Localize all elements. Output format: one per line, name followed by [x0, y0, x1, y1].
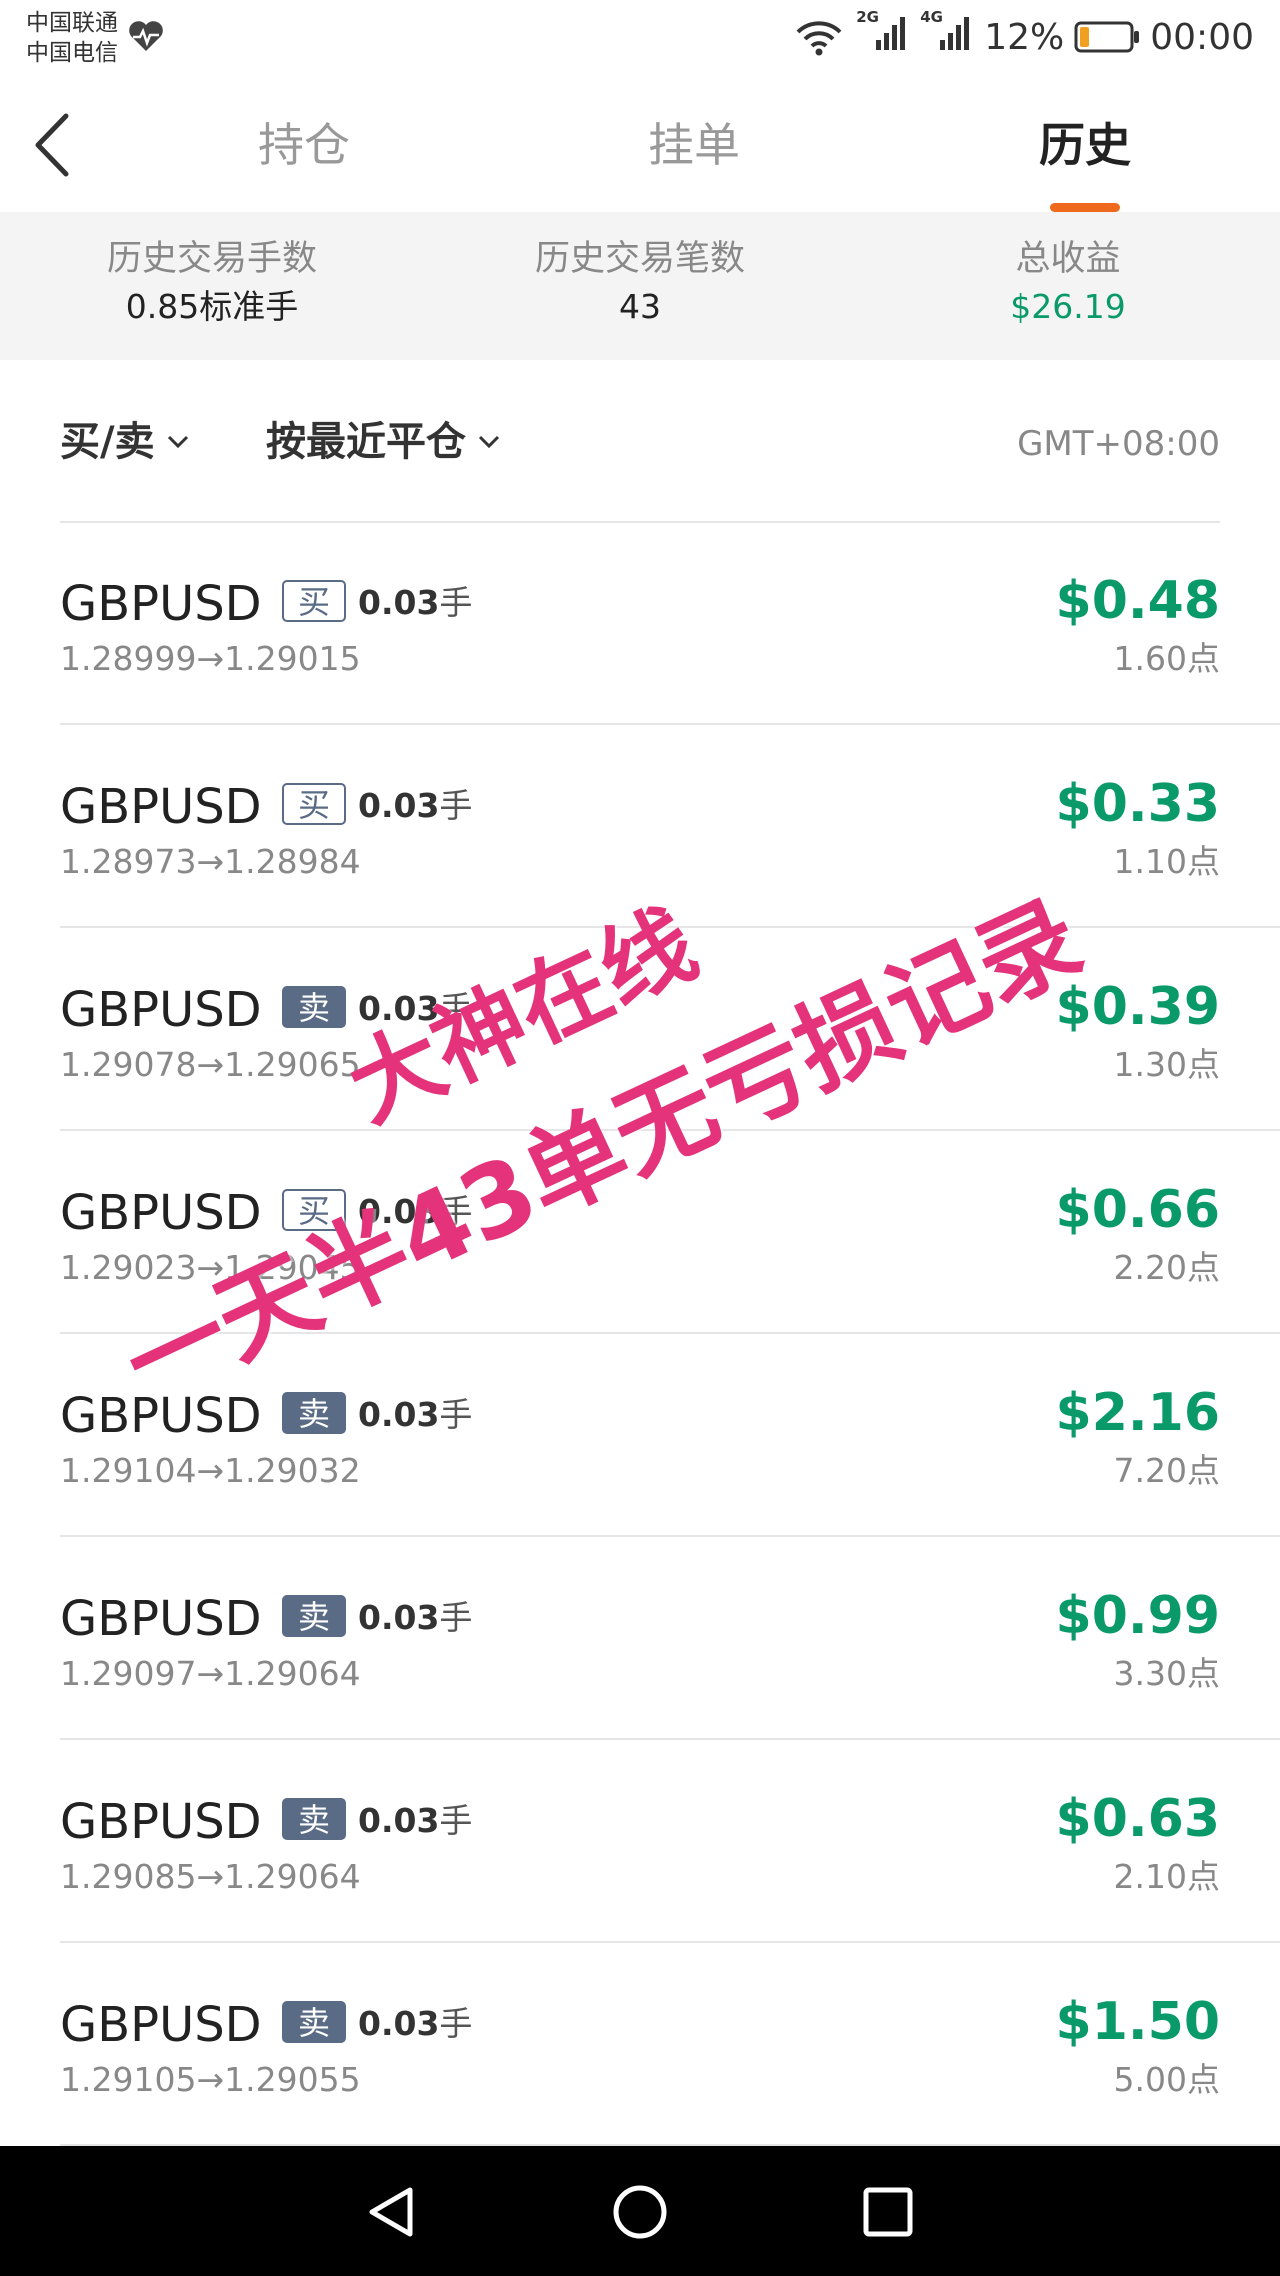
history-summary: 历史交易手数 0.85标准手 历史交易笔数 43 总收益 $26.19 — [0, 212, 1280, 360]
trade-lots: 0.03手 — [358, 1796, 472, 1846]
summary-lots-label: 历史交易手数 — [106, 239, 317, 279]
network-type-2g: 2G — [856, 7, 879, 26]
nav-recent-apps-icon[interactable] — [858, 2182, 918, 2242]
trade-lots: 0.03手 — [358, 1390, 472, 1440]
system-nav-bar — [0, 2146, 1280, 2276]
trade-pips: 2.20点 — [1113, 1248, 1220, 1287]
summary-count-label: 历史交易笔数 — [534, 239, 745, 279]
trade-lots-unit: 手 — [439, 786, 473, 825]
signal-4g: 4G — [920, 8, 974, 63]
trade-prices: 1.28973→1.28984 — [60, 842, 361, 881]
trade-prices: 1.29078→1.29065 — [60, 1045, 361, 1084]
trade-pips: 2.10点 — [1113, 1857, 1220, 1896]
trade-lots-value: 0.03 — [358, 1801, 440, 1840]
status-bar: 中国联通 中国电信 2G 4G 12% 00:00 — [0, 0, 1280, 76]
trade-pips: 1.10点 — [1113, 842, 1220, 881]
wifi-icon — [796, 21, 842, 56]
trade-lots: 0.03手 — [358, 781, 472, 831]
trade-profit: $2.16 — [1055, 1383, 1220, 1443]
trade-lots-unit: 手 — [439, 583, 473, 622]
filter-bar: 买/卖 按最近平仓 GMT+08:00 — [0, 360, 1280, 523]
summary-lots-value: 0.85标准手 — [125, 287, 299, 326]
trade-lots-value: 0.03 — [358, 1598, 440, 1637]
timezone-label: GMT+08:00 — [1017, 424, 1220, 464]
side-badge: 卖 — [282, 2001, 346, 2043]
summary-profit-label: 总收益 — [1015, 239, 1121, 279]
tab-pending-orders[interactable]: 挂单 — [584, 110, 804, 180]
trade-profit: $0.48 — [1055, 571, 1220, 631]
trade-profit: $0.63 — [1055, 1789, 1220, 1849]
top-tab-bar: 持仓 挂单 历史 — [0, 76, 1280, 212]
trade-symbol: GBPUSD — [60, 1997, 262, 2053]
sort-dropdown[interactable]: 按最近平仓 — [266, 412, 502, 472]
back-arrow-icon[interactable] — [28, 110, 76, 180]
summary-profit: 总收益 $26.19 — [888, 236, 1248, 332]
carrier-labels: 中国联通 中国电信 — [26, 8, 118, 68]
trade-profit: $0.99 — [1055, 1586, 1220, 1646]
side-filter-dropdown[interactable]: 买/卖 — [60, 412, 191, 472]
side-badge: 卖 — [282, 1798, 346, 1840]
trade-lots-value: 0.03 — [358, 786, 440, 825]
trade-lots-value: 0.03 — [358, 2004, 440, 2043]
nav-home-icon[interactable] — [610, 2182, 670, 2242]
side-badge: 卖 — [282, 1595, 346, 1637]
trade-row[interactable]: GBPUSD 卖 0.03手 1.29105→1.29055 $1.50 5.0… — [0, 1943, 1280, 2146]
trade-prices: 1.29105→1.29055 — [60, 2060, 361, 2099]
trade-prices: 1.29104→1.29032 — [60, 1451, 361, 1490]
trade-profit: $1.50 — [1055, 1992, 1220, 2052]
trade-profit: $0.33 — [1055, 774, 1220, 834]
trade-lots: 0.03手 — [358, 1999, 472, 2049]
tab-history[interactable]: 历史 — [975, 110, 1195, 180]
carrier-1: 中国联通 — [26, 10, 118, 36]
trade-row[interactable]: GBPUSD 卖 0.03手 1.29097→1.29064 $0.99 3.3… — [0, 1537, 1280, 1740]
trade-prices: 1.28999→1.29015 — [60, 639, 361, 678]
trade-lots-unit: 手 — [439, 1598, 473, 1637]
trade-prices: 1.29085→1.29064 — [60, 1857, 361, 1896]
trade-prices: 1.29097→1.29064 — [60, 1654, 361, 1693]
trade-symbol: GBPUSD — [60, 1794, 262, 1850]
status-indicators: 2G 4G 12% 00:00 — [792, 8, 1254, 63]
side-filter-label: 买/卖 — [60, 419, 155, 465]
side-badge: 买 — [282, 580, 346, 622]
trade-row[interactable]: GBPUSD 卖 0.03手 1.29085→1.29064 $0.63 2.1… — [0, 1740, 1280, 1943]
tab-positions[interactable]: 持仓 — [194, 110, 414, 180]
chevron-down-icon — [167, 435, 188, 449]
trade-lots: 0.03手 — [358, 578, 472, 628]
trade-symbol: GBPUSD — [60, 982, 262, 1038]
trade-lots-value: 0.03 — [358, 583, 440, 622]
trade-lots: 0.03手 — [358, 1593, 472, 1643]
trade-pips: 1.30点 — [1113, 1045, 1220, 1084]
carrier-2: 中国电信 — [26, 40, 118, 66]
trade-pips: 1.60点 — [1113, 639, 1220, 678]
heart-pulse-icon — [129, 21, 163, 51]
trade-symbol: GBPUSD — [60, 779, 262, 835]
chevron-down-icon — [478, 435, 500, 449]
trade-lots-unit: 手 — [439, 2004, 473, 2043]
battery-icon — [1074, 21, 1140, 53]
summary-profit-value: $26.19 — [1010, 287, 1126, 326]
network-type-4g: 4G — [920, 7, 943, 26]
summary-count-value: 43 — [619, 287, 661, 326]
nav-back-icon[interactable] — [362, 2182, 422, 2242]
summary-count: 历史交易笔数 43 — [460, 236, 820, 332]
clock: 00:00 — [1150, 16, 1254, 58]
side-badge: 卖 — [282, 1392, 346, 1434]
trade-symbol: GBPUSD — [60, 1591, 262, 1647]
trade-lots-unit: 手 — [439, 1395, 473, 1434]
active-tab-indicator — [1050, 203, 1120, 212]
trade-lots-unit: 手 — [439, 1801, 473, 1840]
trade-pips: 3.30点 — [1113, 1654, 1220, 1693]
battery-percent: 12% — [984, 16, 1065, 58]
trade-profit: $0.66 — [1055, 1180, 1220, 1240]
side-badge: 买 — [282, 783, 346, 825]
trade-pips: 5.00点 — [1113, 2060, 1220, 2099]
sort-label: 按最近平仓 — [266, 419, 466, 465]
trade-lots-value: 0.03 — [358, 1395, 440, 1434]
trade-symbol: GBPUSD — [60, 576, 262, 632]
summary-lots: 历史交易手数 0.85标准手 — [32, 236, 392, 332]
signal-2g: 2G — [856, 8, 910, 63]
trade-pips: 7.20点 — [1113, 1451, 1220, 1490]
trade-row[interactable]: GBPUSD 买 0.03手 1.28999→1.29015 $0.48 1.6… — [0, 522, 1280, 725]
